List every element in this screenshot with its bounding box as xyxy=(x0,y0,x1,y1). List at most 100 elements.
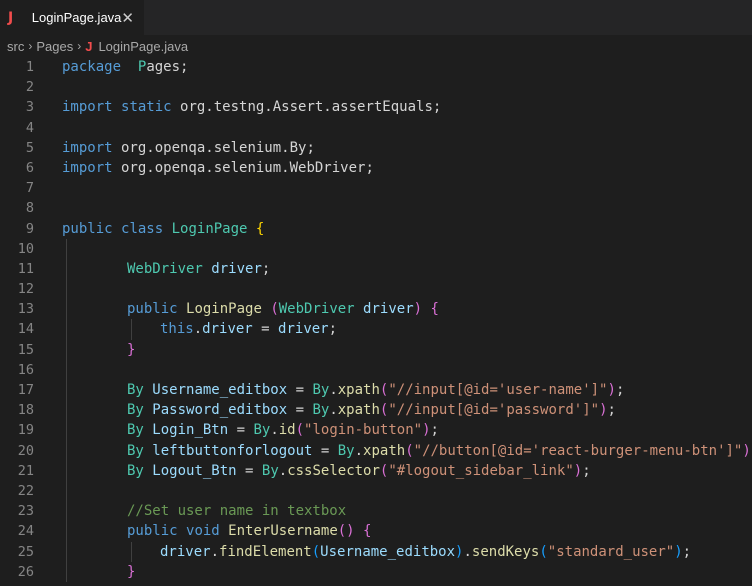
code-line[interactable]: 12 xyxy=(0,279,752,300)
code-line[interactable]: 2 xyxy=(0,77,752,97)
code-token: org.openqa.selenium.By; xyxy=(112,139,315,156)
code-text: WebDriver driver; xyxy=(127,259,270,279)
chevron-right-icon: › xyxy=(28,39,33,53)
code-token: . xyxy=(329,382,338,398)
code-token: xpath xyxy=(363,442,406,459)
code-token: driver xyxy=(211,260,262,277)
code-line[interactable]: 5 import org.openqa.selenium.By; xyxy=(0,138,752,158)
code-line[interactable]: 19 By Login_Btn = By.id("login-button"); xyxy=(0,420,752,441)
indent-guide xyxy=(66,501,67,522)
code-token: } xyxy=(127,563,136,580)
line-number: 2 xyxy=(25,79,34,96)
code-token: By xyxy=(253,422,271,439)
line-number: 19 xyxy=(17,422,34,439)
code-token: driver xyxy=(160,543,211,560)
code-line[interactable]: 20 By leftbuttonforlogout = By.xpath("//b… xyxy=(0,440,752,461)
code-token: . xyxy=(463,543,472,560)
code-token: ; xyxy=(328,321,338,338)
code-token: By xyxy=(127,422,144,439)
code-line[interactable]: 16 xyxy=(0,359,752,380)
tab-loginpage-java[interactable]: J LoginPage.java ✕ xyxy=(0,0,144,35)
breadcrumb-item-src[interactable]: src xyxy=(7,39,24,54)
code-token: xpath xyxy=(337,402,380,419)
code-token: . xyxy=(270,422,279,439)
code-token: org.testng.Assert.assertEquals; xyxy=(171,99,442,116)
code-token: By xyxy=(312,382,330,398)
code-text: By Logout_Btn = By.cssSelector("#logout_… xyxy=(127,461,591,481)
code-token: ; xyxy=(682,543,692,560)
code-text: //Set user name in textbox xyxy=(127,501,346,521)
line-number: 16 xyxy=(17,361,34,378)
code-token: "//input[@id='user-name']" xyxy=(388,382,608,398)
code-line[interactable]: 9 public class LoginPage { xyxy=(0,219,752,239)
line-number: 21 xyxy=(17,462,34,479)
code-text: By Login_Btn = By.id("login-button"); xyxy=(127,420,439,440)
code-token: driver xyxy=(202,321,253,338)
code-line[interactable]: 4 xyxy=(0,118,752,138)
code-editor[interactable]: 1 package Pages; 2 3 import static org.testn… xyxy=(0,57,752,582)
close-icon[interactable]: ✕ xyxy=(121,9,134,27)
code-text: public void EnterUsername() { xyxy=(127,521,371,541)
code-line[interactable]: 1 package Pages; xyxy=(0,57,752,77)
code-token: "#logout_sidebar_link" xyxy=(388,462,574,479)
code-line[interactable]: 7 xyxy=(0,178,752,198)
code-text: driver.findElement(Username_editbox).sen… xyxy=(160,542,691,562)
line-number: 15 xyxy=(17,341,34,358)
code-token: = xyxy=(252,321,279,338)
indent-guide xyxy=(66,460,67,481)
breadcrumb-item-file[interactable]: LoginPage.java xyxy=(98,39,188,54)
code-line[interactable]: 24 public void EnterUsername() { xyxy=(0,521,752,542)
code-line[interactable]: 17 By Username_editbox = By.xpath("//inpu… xyxy=(0,380,752,401)
code-line[interactable]: 25 driver.findElement(Username_editbox).s… xyxy=(0,541,752,562)
code-token: LoginPage xyxy=(171,220,248,237)
indent-guide xyxy=(131,319,132,340)
tab-title: LoginPage.java xyxy=(31,10,122,25)
indent-guide xyxy=(66,279,67,300)
code-line[interactable]: 3 import static org.testng.Assert.assertE… xyxy=(0,97,752,117)
code-line[interactable]: 15} xyxy=(0,339,752,360)
line-number: 10 xyxy=(17,240,34,257)
line-number: 14 xyxy=(17,321,34,338)
line-number: 6 xyxy=(25,159,34,176)
code-token: import xyxy=(62,159,113,176)
code-text: By Password_editbox = By.xpath("//input[… xyxy=(127,400,616,420)
code-line[interactable]: 10 xyxy=(0,238,752,259)
code-line[interactable]: 23 //Set user name in textbox xyxy=(0,501,752,522)
line-number: 13 xyxy=(17,301,34,318)
code-line[interactable]: 13 public LoginPage (WebDriver driver) { xyxy=(0,299,752,320)
code-token: ( xyxy=(270,301,279,318)
code-token: xpath xyxy=(337,382,380,398)
code-line[interactable]: 26} xyxy=(0,561,752,582)
indent-guide xyxy=(66,521,67,542)
code-token: Logout_Btn xyxy=(152,462,237,479)
code-token: leftbuttonforlogout xyxy=(152,442,313,459)
editor-tab-bar: J LoginPage.java ✕ xyxy=(0,0,752,35)
indent-guide xyxy=(66,541,67,562)
code-token: By xyxy=(312,402,330,419)
line-number: 7 xyxy=(25,180,34,197)
code-token: public xyxy=(127,301,178,318)
code-text: By Username_editbox = By.xpath("//input[… xyxy=(127,380,624,400)
code-line[interactable]: 11 WebDriver driver; xyxy=(0,258,752,280)
code-token: = xyxy=(228,422,254,439)
code-token: this xyxy=(160,321,194,338)
code-token: ; xyxy=(430,422,439,439)
code-line[interactable]: 22 xyxy=(0,480,752,502)
code-token: package xyxy=(62,59,122,75)
code-line[interactable]: 6 import org.openqa.selenium.WebDriver; xyxy=(0,158,752,178)
code-line[interactable]: 14 this.driver = driver; xyxy=(0,319,752,340)
code-line[interactable]: 21 By Logout_Btn = By.cssSelector("#logou… xyxy=(0,460,752,481)
code-line[interactable]: 18 By Password_editbox = By.xpath("//inpu… xyxy=(0,400,752,421)
java-file-icon: J xyxy=(85,38,93,54)
breadcrumb-item-pages[interactable]: Pages xyxy=(36,39,73,54)
code-line[interactable]: 8 xyxy=(0,198,752,218)
code-token: //Set user name in textbox xyxy=(127,503,347,520)
code-token: = xyxy=(312,442,338,459)
code-token: . xyxy=(329,402,338,419)
code-token: ) xyxy=(413,301,423,318)
code-token: EnterUsername xyxy=(228,523,338,540)
line-number: 25 xyxy=(17,543,34,560)
